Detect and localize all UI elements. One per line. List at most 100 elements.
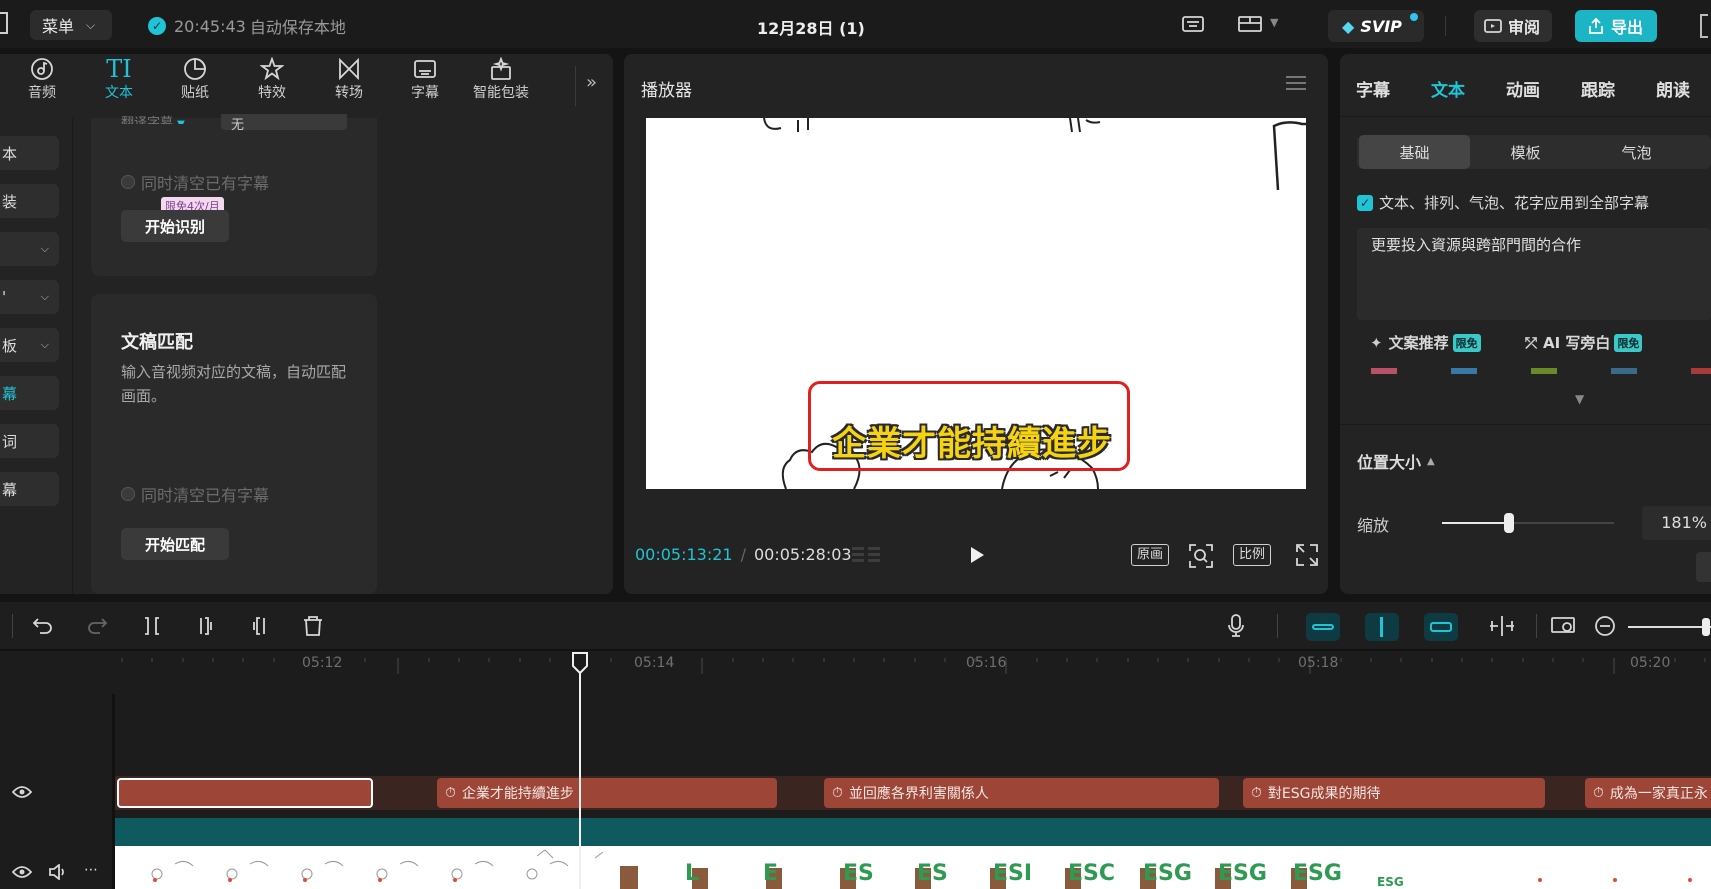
copy-recommend-button[interactable]: ✦ 文案推荐 限免 <box>1370 332 1481 353</box>
preview-axis-icon[interactable] <box>1550 615 1576 637</box>
autosave-status: ✓ 20:45:43 自动保存本地 <box>148 16 346 37</box>
tool-effects[interactable]: 特效 <box>242 56 302 106</box>
tab-tracking[interactable]: 跟踪 <box>1581 76 1615 101</box>
tool-label: 文本 <box>105 85 133 101</box>
sidebar-item[interactable]: ' ⌵ <box>0 280 59 314</box>
video-track-clip[interactable]: L E ES ES ESI ESC ESG ESG ESG ESG <box>115 846 1711 889</box>
scale-slider-knob[interactable] <box>1504 513 1515 533</box>
apply-all-checkbox[interactable]: ✓ 文本、排列、气泡、花字应用到全部字幕 <box>1357 192 1649 213</box>
tool-smart-pack[interactable]: 智能包装 <box>467 56 535 106</box>
text-preset[interactable] <box>1371 368 1397 374</box>
redo-icon[interactable] <box>86 615 108 637</box>
microphone-icon[interactable] <box>1226 614 1246 638</box>
split-icon[interactable] <box>142 615 162 637</box>
position-size-section[interactable]: 位置大小 ▲ <box>1357 449 1435 473</box>
waveform-icon[interactable] <box>850 543 884 567</box>
tab-subtitle[interactable]: 字幕 <box>1356 76 1390 101</box>
clear-existing-checkbox-2[interactable]: 同时清空已有字幕 <box>121 482 269 506</box>
play-icon[interactable] <box>968 545 986 565</box>
scale-slider[interactable] <box>1442 513 1614 533</box>
more-options-icon[interactable]: ⋯ <box>84 862 98 878</box>
sidebar-item[interactable]: 幕 <box>0 472 59 506</box>
expand-presets-icon[interactable]: ▼ <box>1575 392 1584 406</box>
original-quality-button[interactable]: 原画 <box>1131 544 1169 566</box>
auto-snap-toggle[interactable] <box>1365 613 1399 641</box>
subtitle-clip[interactable]: ⏱ 企業才能持續進步 <box>437 778 777 808</box>
text-preset[interactable] <box>1611 368 1637 374</box>
clear-existing-checkbox-1[interactable]: 同时清空已有字幕 <box>121 170 269 194</box>
zoom-fit-icon[interactable] <box>1188 543 1214 569</box>
tab-read-aloud[interactable]: 朗读 <box>1656 76 1690 101</box>
zoom-out-icon[interactable] <box>1594 615 1616 637</box>
subtitle-clip-selected[interactable] <box>117 778 373 808</box>
layout-dropdown-icon[interactable]: ▼ <box>1270 16 1278 29</box>
main-track-magnet-toggle[interactable] <box>1306 613 1340 641</box>
trim-right-icon[interactable] <box>249 615 269 637</box>
checkbox[interactable] <box>121 487 135 501</box>
eye-icon[interactable] <box>12 865 32 879</box>
ai-narration-button[interactable]: ⤱ AI 写旁白 限免 <box>1525 332 1643 353</box>
tool-transition[interactable]: 转场 <box>319 56 379 106</box>
fullscreen-icon[interactable] <box>1295 543 1319 567</box>
tool-audio[interactable]: 音频 <box>12 56 72 106</box>
start-match-button[interactable]: 开始匹配 <box>121 528 229 560</box>
tool-sticker[interactable]: 贴纸 <box>165 56 225 106</box>
split-preview-icon[interactable] <box>1488 615 1516 637</box>
sidebar-item[interactable]: 词 <box>0 424 59 458</box>
diamond-icon: ◆ <box>1342 16 1355 36</box>
window-control-icon[interactable] <box>1700 14 1708 38</box>
undo-icon[interactable] <box>32 615 54 637</box>
sidebar-item[interactable]: 装 <box>0 184 59 218</box>
subtitle-clip[interactable]: ⏱ 並回應各界利害關係人 <box>824 778 1219 808</box>
sidebar-item[interactable]: 本 <box>0 136 59 170</box>
shortcut-keyboard-icon[interactable] <box>1182 15 1204 33</box>
sidebar-item[interactable]: 幕 <box>0 376 59 410</box>
keyframe-button[interactable] <box>1696 552 1711 582</box>
tool-subtitle[interactable]: 字幕 <box>395 56 455 106</box>
scale-value-input[interactable]: 181% <box>1642 506 1711 540</box>
tab-animation[interactable]: 动画 <box>1506 76 1540 101</box>
start-recognize-button[interactable]: 开始识别 <box>121 210 229 242</box>
subtitle-clip[interactable]: ⏱ 成為一家真正永 <box>1585 778 1711 808</box>
transition-icon <box>339 57 359 81</box>
linkage-toggle[interactable] <box>1424 613 1458 641</box>
subtitle-clip[interactable]: ⏱ 對ESG成果的期待 <box>1243 778 1545 808</box>
eye-icon[interactable] <box>12 785 32 799</box>
sidebar-item[interactable]: ⌵ <box>0 232 59 266</box>
volume-icon[interactable] <box>48 864 68 880</box>
delete-icon[interactable] <box>302 615 324 637</box>
review-button[interactable]: 审阅 <box>1474 10 1552 42</box>
zoom-slider-knob[interactable] <box>1702 618 1710 636</box>
playhead-handle[interactable] <box>571 652 589 674</box>
current-time: 00:05:13:21 <box>635 545 733 564</box>
text-preset[interactable] <box>1691 368 1711 374</box>
time-ruler[interactable] <box>115 652 1711 674</box>
tool-text[interactable]: TI 文本 <box>89 55 149 106</box>
aspect-ratio-button[interactable]: 比例 <box>1233 544 1271 566</box>
text-preset[interactable] <box>1531 368 1557 374</box>
segment-basic[interactable]: 基础 <box>1359 135 1470 169</box>
sidebar-item[interactable]: 板 ⌵ <box>0 328 59 362</box>
translate-subtitle-select[interactable]: 无 <box>221 114 347 130</box>
more-tools-icon[interactable]: » <box>586 72 597 93</box>
checkbox-checked-icon[interactable]: ✓ <box>1357 194 1373 211</box>
export-button[interactable]: 导出 <box>1575 10 1657 42</box>
subtitle-overlay[interactable]: 企業才能持續進步 <box>822 416 1122 465</box>
layout-icon[interactable] <box>1238 15 1262 33</box>
text-preset[interactable] <box>1451 368 1477 374</box>
text-content-input[interactable]: 更要投入資源與跨部門間的合作 <box>1357 228 1711 320</box>
segment-bubble[interactable]: 气泡 <box>1581 135 1692 169</box>
trim-left-icon[interactable] <box>196 615 216 637</box>
player-menu-icon[interactable] <box>1286 76 1306 90</box>
menu-button[interactable]: 菜单 ⌵ <box>30 10 112 40</box>
checkbox[interactable] <box>121 175 135 189</box>
tab-text[interactable]: 文本 <box>1431 76 1465 101</box>
project-title[interactable]: 12月28日 (1) <box>757 15 865 39</box>
zoom-slider[interactable] <box>1628 626 1711 628</box>
svip-button[interactable]: ◆ SVIP <box>1328 10 1424 42</box>
autosave-time: 20:45:43 <box>174 16 246 36</box>
playhead-line[interactable] <box>579 653 581 889</box>
video-canvas[interactable]: 企業才能持續進步 <box>646 118 1306 489</box>
segment-template[interactable]: 模板 <box>1470 135 1581 169</box>
audio-track-clip[interactable] <box>115 818 1711 846</box>
